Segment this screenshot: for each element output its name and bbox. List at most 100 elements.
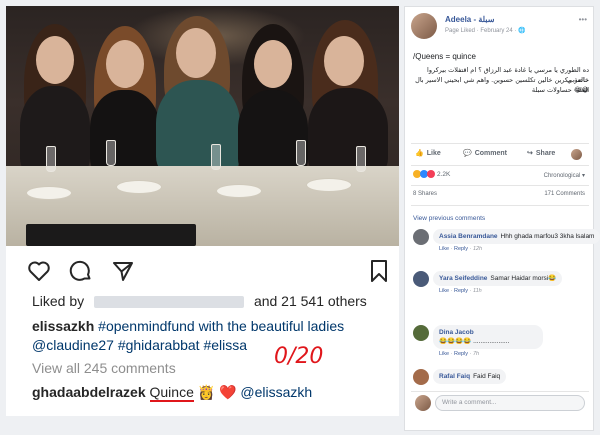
comment-like-link[interactable]: Like [439, 288, 449, 294]
table-banner [26, 224, 196, 246]
caption-line-1: elissazkh #openmindfund with the beautif… [32, 318, 344, 334]
caption-line-2[interactable]: @claudine27 #ghidarabbat #elissa [32, 337, 247, 353]
person-face [254, 40, 292, 88]
commenter-avatar[interactable] [413, 369, 429, 385]
comment-icon[interactable] [68, 258, 94, 284]
comment-time: 11h [472, 288, 482, 294]
plate [216, 184, 262, 198]
wine-glass [46, 146, 56, 172]
post-title: /Queens = quince [413, 52, 476, 61]
reactions-count: 2.2K [437, 170, 451, 178]
share-button[interactable]: ↪ Share [527, 149, 556, 158]
divider [411, 165, 589, 166]
comment-reply-link[interactable]: Reply [454, 351, 468, 357]
person-dress [90, 90, 160, 176]
post-actions [6, 256, 399, 286]
comment-text: Samar Haidar morsi😂 [490, 275, 557, 282]
bookmark-icon[interactable] [366, 258, 392, 284]
like-label: Like [426, 149, 441, 157]
person-face [176, 28, 216, 78]
post-header: Adeela - سبلة Page Liked · February 24 ·… [411, 13, 589, 45]
plate [26, 186, 72, 200]
love-reaction-icon [427, 170, 435, 178]
comment-bubble: Dina Jacob 😂😂😂😂 .................... [433, 325, 543, 349]
post-photo[interactable] [6, 6, 399, 246]
commenter-name[interactable]: Rafal Faiq [439, 373, 470, 380]
sort-label: Chronological [543, 173, 581, 179]
comment-meta: Like · Reply · 7h [439, 351, 480, 357]
caption-text: #openmindfund with the beautiful ladies [98, 318, 345, 334]
shares-count[interactable]: 8 Shares [413, 191, 437, 197]
page-avatar[interactable] [411, 13, 437, 39]
comment-line: ghadaabdelrazek Quince 👸 ❤️ @elissazkh [32, 384, 312, 402]
write-comment-input[interactable]: Write a comment... [435, 395, 585, 411]
comment-item: Rafal Faiq Faid Faiq [413, 369, 591, 389]
like-button[interactable]: 👍 Like [415, 149, 441, 158]
comment-button[interactable]: 💬 Comment [463, 149, 507, 158]
wine-glass [296, 140, 306, 166]
viewer-avatar[interactable] [571, 149, 582, 160]
caption-username[interactable]: elissazkh [32, 318, 94, 334]
share-icon[interactable] [110, 258, 136, 284]
comment-username[interactable]: ghadaabdelrazek [32, 384, 146, 400]
comment-reply-link[interactable]: Reply [454, 246, 468, 252]
comment-word: Quince [149, 384, 194, 402]
share-arrow-icon: ↪ [527, 150, 533, 157]
comments-count[interactable]: 171 Comments [544, 191, 585, 197]
plate [306, 178, 352, 192]
comment-bubble-icon: 💬 [463, 150, 472, 157]
commenter-avatar[interactable] [413, 229, 429, 245]
reactions-summary[interactable]: 2.2K [413, 170, 450, 178]
commenter-name[interactable]: Yara Seifeddine [439, 275, 487, 282]
comment-text: Hhh ghada marfou3 3kha lsalam [500, 233, 595, 240]
post-arabic-line-3: 😂😂 حساولات سبلة [531, 86, 589, 94]
comment-meta: Like · Reply · 11h [439, 288, 482, 294]
thumbs-up-icon: 👍 [415, 150, 424, 157]
person-dress [156, 80, 240, 176]
comment-item: Dina Jacob 😂😂😂😂 .................... Lik… [413, 325, 591, 363]
person-face [36, 36, 74, 84]
comment-bubble: Yara Seifeddine Samar Haidar morsi😂 [433, 271, 563, 286]
comment-meta: Like · Reply · 12h [439, 246, 483, 252]
view-all-comments-link[interactable]: View all 245 comments [32, 360, 176, 376]
likes-line: Liked by and 21 541 others [32, 293, 367, 309]
heart-emoji: ❤️ [219, 384, 237, 400]
wine-glass [106, 140, 116, 166]
view-previous-comments-link[interactable]: View previous comments [413, 215, 485, 222]
viewer-avatar[interactable] [415, 395, 431, 411]
likes-count[interactable]: and 21 541 others [254, 293, 367, 309]
blurred-username [94, 296, 245, 309]
comment-time: 12h [472, 246, 483, 252]
wine-glass [356, 146, 366, 172]
comment-label: Comment [474, 149, 507, 157]
comment-text: 😂😂😂😂 .................... [439, 338, 510, 345]
commenter-name[interactable]: Assia Benramdane [439, 233, 498, 240]
divider [411, 205, 589, 206]
person-dress [308, 88, 388, 176]
commenter-name[interactable]: Dina Jacob [439, 329, 474, 336]
comment-item: Assia Benramdane Hhh ghada marfou3 3kha l… [413, 229, 600, 267]
person-face [324, 36, 364, 86]
handwritten-score-annotation: 0/20 [274, 344, 324, 369]
page-name[interactable]: Adeela - سبلة [445, 15, 494, 24]
comment-time: 7h [472, 351, 480, 357]
comment-bubble: Rafal Faiq Faid Faiq [433, 369, 507, 384]
divider [411, 143, 589, 144]
instagram-post: Liked by and 21 541 others elissazkh #op… [6, 6, 399, 416]
comment-mention[interactable]: @elissazkh [240, 384, 312, 400]
plate [116, 180, 162, 194]
person-face [106, 40, 144, 88]
commenter-avatar[interactable] [413, 271, 429, 287]
heart-icon[interactable] [26, 258, 52, 284]
wine-glass [211, 144, 221, 170]
comment-text: Faid Faiq [473, 373, 501, 380]
more-options-icon[interactable]: ••• [579, 15, 587, 24]
comment-reply-link[interactable]: Reply [454, 288, 468, 294]
commenter-avatar[interactable] [413, 325, 429, 341]
divider [411, 391, 589, 392]
share-label: Share [535, 149, 556, 157]
comment-sort-dropdown[interactable]: Chronological ▾ [544, 172, 585, 179]
comment-like-link[interactable]: Like [439, 246, 449, 252]
comment-like-link[interactable]: Like [439, 351, 449, 357]
post-meta: Page Liked · February 24 · 🌐 [445, 28, 526, 34]
